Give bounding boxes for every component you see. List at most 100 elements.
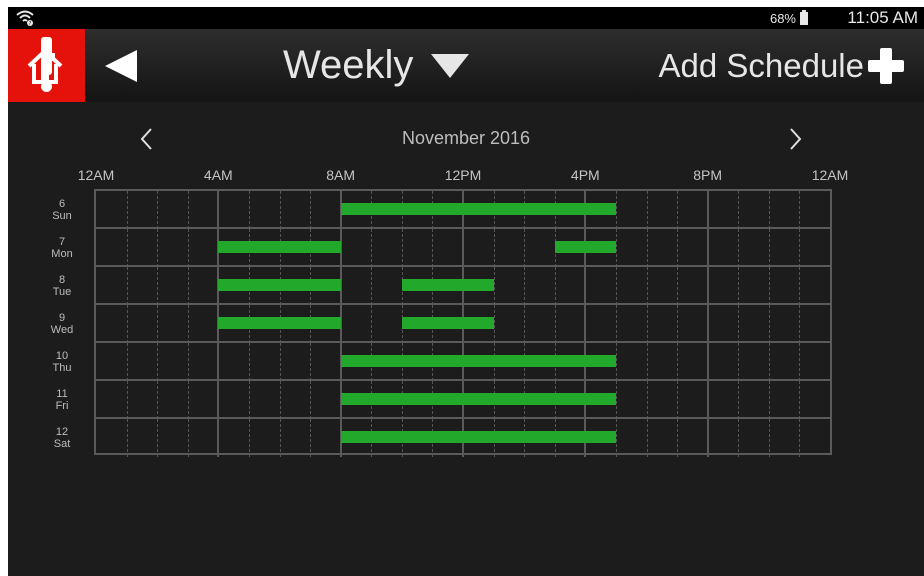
grid-minor-line [768, 381, 770, 419]
grid-minor-line [371, 305, 373, 343]
view-mode-dropdown[interactable]: Weekly [283, 29, 470, 102]
day-row[interactable] [96, 303, 830, 343]
day-label: 10 Thu [46, 350, 78, 374]
grid-minor-line [187, 305, 189, 343]
day-row[interactable] [96, 417, 830, 457]
grid-minor-line [738, 229, 740, 267]
add-schedule-button[interactable]: Add Schedule [659, 29, 904, 102]
hour-label: 4PM [570, 167, 600, 183]
grid-minor-line [401, 229, 403, 267]
day-date: 12 [55, 426, 69, 438]
grid-minor-line [554, 305, 556, 343]
grid-minor-line [799, 305, 801, 343]
alert-icon [41, 37, 52, 75]
grid-minor-line [310, 381, 312, 419]
grid-minor-line [768, 267, 770, 305]
grid-minor-line [554, 267, 556, 305]
month-title: November 2016 [401, 128, 531, 148]
day-row[interactable] [96, 227, 830, 267]
grid-minor-line [126, 419, 128, 457]
grid-minor-line [310, 191, 312, 229]
grid-minor-line [799, 419, 801, 457]
grid-minor-line [738, 419, 740, 457]
day-date: 7 [58, 236, 66, 248]
grid-major-line [217, 343, 220, 381]
grid-minor-line [126, 343, 128, 381]
grid-major-line [584, 267, 587, 305]
grid-minor-line [157, 305, 159, 343]
grid-minor-line [768, 305, 770, 343]
grid-minor-line [677, 267, 679, 305]
grid-minor-line [371, 267, 373, 305]
schedule-block[interactable] [401, 317, 494, 329]
grid-minor-line [646, 191, 648, 229]
next-month-button[interactable] [786, 124, 806, 154]
alert-icon-dot [41, 81, 52, 92]
back-button[interactable] [96, 29, 146, 102]
day-date: 6 [58, 198, 66, 210]
grid-minor-line [738, 381, 740, 419]
day-label: 6 Sun [46, 198, 78, 222]
grid-minor-line [310, 343, 312, 381]
grid-minor-line [157, 419, 159, 457]
day-weekday: Mon [51, 248, 73, 260]
grid-minor-line [126, 191, 128, 229]
schedule-block[interactable] [218, 241, 341, 253]
day-date: 8 [58, 274, 66, 286]
grid-minor-line [646, 419, 648, 457]
grid-major-line [706, 191, 709, 229]
day-weekday: Fri [55, 400, 69, 412]
hour-label: 8PM [693, 167, 723, 183]
schedule-block[interactable] [340, 355, 616, 367]
schedule-block[interactable] [340, 393, 616, 405]
grid-minor-line [157, 343, 159, 381]
schedule-block[interactable] [218, 317, 341, 329]
grid-minor-line [799, 229, 801, 267]
schedule-block[interactable] [554, 241, 616, 253]
grid-major-line [706, 419, 709, 457]
grid-minor-line [615, 419, 617, 457]
schedule-block[interactable] [340, 203, 616, 215]
grid-major-line [217, 419, 220, 457]
grid-minor-line [768, 229, 770, 267]
day-weekday: Sat [53, 438, 71, 450]
grid-minor-line [187, 191, 189, 229]
grid-major-line [706, 267, 709, 305]
grid-minor-line [799, 381, 801, 419]
schedule-block[interactable] [218, 279, 341, 291]
day-weekday: Tue [52, 286, 72, 298]
grid-minor-line [615, 381, 617, 419]
schedule-block[interactable] [340, 431, 616, 443]
day-row[interactable] [96, 265, 830, 305]
grid-minor-line [279, 381, 281, 419]
grid-minor-line [615, 343, 617, 381]
grid-major-line [584, 305, 587, 343]
grid-minor-line [248, 191, 250, 229]
hour-label: 8AM [326, 167, 356, 183]
grid-major-line [706, 381, 709, 419]
grid-minor-line [677, 229, 679, 267]
prev-month-button[interactable] [136, 124, 156, 154]
grid-minor-line [187, 419, 189, 457]
grid-minor-line [768, 191, 770, 229]
caret-down-icon [431, 53, 470, 78]
grid-minor-line [493, 229, 495, 267]
day-label: 8 Tue [46, 274, 78, 298]
grid-minor-line [738, 191, 740, 229]
day-label: 12 Sat [46, 426, 78, 450]
grid-minor-line [187, 381, 189, 419]
day-row[interactable] [96, 341, 830, 381]
view-mode-label: Weekly [283, 43, 414, 87]
schedule-grid [94, 189, 832, 457]
plus-icon [868, 47, 904, 84]
day-row[interactable] [96, 379, 830, 419]
grid-minor-line [493, 305, 495, 343]
grid-minor-line [432, 229, 434, 267]
schedule-block[interactable] [401, 279, 494, 291]
grid-minor-line [248, 343, 250, 381]
grid-minor-line [248, 381, 250, 419]
grid-minor-line [248, 419, 250, 457]
day-row[interactable] [96, 191, 830, 229]
day-label: 7 Mon [46, 236, 78, 260]
status-bar: ? 68% 11:05 AM [8, 7, 924, 29]
